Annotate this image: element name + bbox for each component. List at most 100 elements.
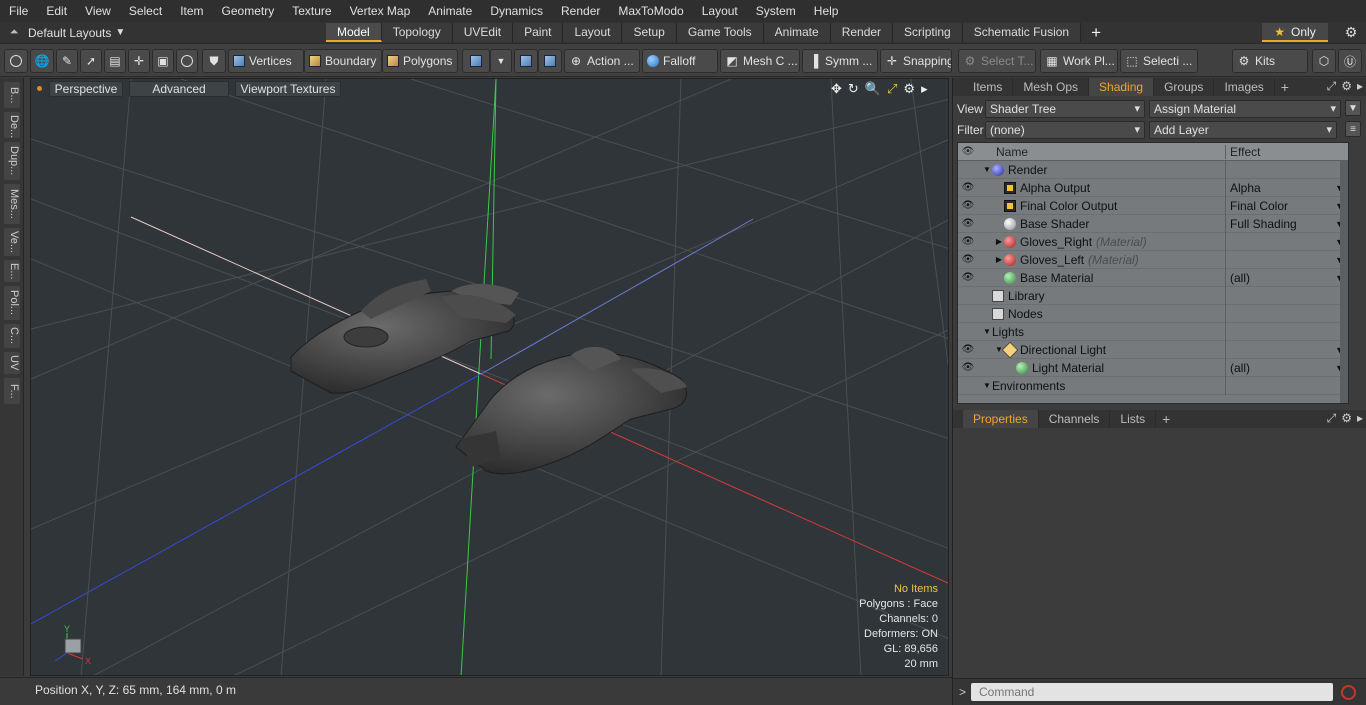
assign-material-dropdown[interactable]: Assign Material: [1149, 99, 1341, 118]
align-button[interactable]: ▤: [104, 49, 126, 73]
menu-item[interactable]: Render: [552, 0, 609, 22]
falloff-button[interactable]: Falloff: [642, 49, 718, 73]
tree-row[interactable]: ▼ Lights: [958, 322, 1348, 341]
visibility-eye-icon[interactable]: 👁: [958, 200, 978, 211]
viewport-arrow-icon[interactable]: ▸: [921, 81, 928, 97]
add-tab-icon[interactable]: +: [1081, 23, 1111, 42]
glove-left[interactable]: [455, 346, 687, 475]
mode-tab[interactable]: Paint: [513, 23, 564, 42]
expand-toggle-icon[interactable]: ▶: [994, 255, 1004, 264]
panel-menu-icon[interactable]: [953, 78, 963, 96]
tree-row[interactable]: ▼ Render: [958, 160, 1348, 179]
visibility-eye-icon[interactable]: 👁: [958, 218, 978, 229]
mode-tab[interactable]: Animate: [763, 23, 831, 42]
view-dropdown[interactable]: Shader Tree: [985, 99, 1145, 118]
effect-cell[interactable]: ▼: [1226, 341, 1348, 359]
menu-item[interactable]: File: [0, 0, 37, 22]
left-tool-tab[interactable]: De...: [4, 112, 20, 138]
rotate-view-icon[interactable]: ↻: [848, 81, 859, 97]
name-column-header[interactable]: Name: [978, 144, 1226, 159]
mesh-constraint-button[interactable]: ◩ Mesh C ...: [720, 49, 800, 73]
menu-item[interactable]: Dynamics: [481, 0, 552, 22]
left-tool-tab[interactable]: Ve...: [4, 228, 20, 256]
panel-tab[interactable]: Shading: [1089, 78, 1155, 96]
tree-row[interactable]: 👁 Base Material (all)▼: [958, 268, 1348, 287]
tree-row[interactable]: 👁 Base Shader Full Shading▼: [958, 214, 1348, 233]
viewport-menu-dot[interactable]: [37, 86, 42, 91]
menu-item[interactable]: Layout: [693, 0, 747, 22]
select-mode-button[interactable]: [4, 49, 28, 73]
lower-panel-tab[interactable]: Properties: [963, 410, 1039, 428]
left-tool-tab[interactable]: B...: [4, 82, 20, 108]
effect-cell[interactable]: (all)▼: [1226, 269, 1348, 287]
visibility-eye-icon[interactable]: 👁: [958, 362, 978, 373]
3d-viewport[interactable]: Y X Perspective Advanced Viewport Textur…: [30, 78, 949, 676]
collapse-icon[interactable]: ≡: [1345, 121, 1361, 137]
mode-tab[interactable]: Scripting: [893, 23, 963, 42]
material-cube-button[interactable]: [538, 49, 562, 73]
visibility-eye-icon[interactable]: 👁: [958, 236, 978, 247]
tree-row[interactable]: Library: [958, 286, 1348, 305]
tree-row[interactable]: 👁 ▶ Gloves_Left(Material) ▼: [958, 250, 1348, 269]
menu-item[interactable]: View: [76, 0, 120, 22]
tree-row[interactable]: 👁 ▶ Gloves_Right(Material) ▼: [958, 232, 1348, 251]
lower-gear-icon[interactable]: ⚙: [1341, 411, 1352, 426]
expand-toggle-icon[interactable]: ▶: [994, 237, 1004, 246]
effect-cell[interactable]: (all)▼: [1226, 359, 1348, 377]
panel-tab[interactable]: Images: [1214, 78, 1275, 96]
mode-tab[interactable]: Game Tools: [676, 23, 764, 42]
record-icon[interactable]: [1341, 684, 1356, 700]
unreal-button[interactable]: Ⓤ: [1338, 49, 1362, 73]
pen-button[interactable]: ✎: [56, 49, 78, 73]
rotate-button[interactable]: [176, 49, 198, 73]
lower-panel-tab[interactable]: Channels: [1039, 410, 1111, 428]
viewport-gear-icon[interactable]: ⚙: [903, 81, 915, 97]
menu-item[interactable]: Item: [171, 0, 212, 22]
panel-arrow-icon[interactable]: ▸: [1357, 79, 1363, 94]
expand-toggle-icon[interactable]: ▼: [982, 381, 992, 390]
viewport-textures-button[interactable]: Viewport Textures: [235, 81, 341, 97]
panel-gear-icon[interactable]: ⚙: [1341, 79, 1352, 94]
item-mode-button[interactable]: [462, 49, 490, 73]
mode-tab[interactable]: Setup: [622, 23, 677, 42]
panel-tab[interactable]: Groups: [1154, 78, 1215, 96]
add-layer-dropdown[interactable]: Add Layer: [1149, 120, 1337, 139]
panel-tab[interactable]: Items: [963, 78, 1014, 96]
mode-tab[interactable]: Model: [326, 23, 382, 42]
selection-sets-button[interactable]: ⬚ Selecti ...: [1120, 49, 1198, 73]
menu-item[interactable]: Vertex Map: [341, 0, 420, 22]
effect-cell[interactable]: Alpha▼: [1226, 179, 1348, 197]
layout-dropdown[interactable]: Default Layouts ▼: [28, 26, 326, 40]
expand-icon[interactable]: ⤢: [1327, 79, 1337, 94]
work-plane-button[interactable]: ▦ Work Pl...: [1040, 49, 1118, 73]
perspective-button[interactable]: Perspective: [49, 81, 123, 97]
tree-row[interactable]: ▼ Environments: [958, 376, 1348, 395]
visibility-eye-icon[interactable]: 👁: [958, 344, 978, 355]
effect-cell[interactable]: Final Color▼: [1226, 197, 1348, 215]
tree-row[interactable]: 👁 Alpha Output Alpha▼: [958, 178, 1348, 197]
kits-button[interactable]: ⚙ Kits: [1232, 49, 1308, 73]
snapping-button[interactable]: ✛ Snapping: [880, 49, 952, 73]
add-lower-tab-icon[interactable]: +: [1156, 411, 1176, 427]
transform-button[interactable]: ✛: [128, 49, 150, 73]
lower-panel-menu-icon[interactable]: [953, 410, 963, 428]
square-button[interactable]: ▣: [152, 49, 174, 73]
shield-button[interactable]: ⛊: [202, 49, 226, 73]
expand-toggle-icon[interactable]: ▼: [982, 165, 992, 174]
action-center-button[interactable]: ⊕ Action ...: [564, 49, 640, 73]
left-tool-tab[interactable]: E...: [4, 260, 20, 282]
layout-up-icon[interactable]: ⏶: [0, 22, 28, 43]
menu-item[interactable]: Animate: [419, 0, 481, 22]
effect-cell[interactable]: ▼: [1226, 233, 1348, 251]
left-tool-tab[interactable]: C...: [4, 324, 20, 348]
visibility-eye-icon[interactable]: 👁: [958, 182, 978, 193]
only-toggle[interactable]: ★ Only: [1262, 23, 1328, 42]
panel-tab[interactable]: Mesh Ops: [1013, 78, 1090, 96]
item-mode-dropdown[interactable]: ▼: [490, 49, 512, 73]
left-tool-tab[interactable]: F...: [4, 378, 20, 404]
lower-panel-tab[interactable]: Lists: [1110, 410, 1157, 428]
menu-item[interactable]: Texture: [283, 0, 340, 22]
menu-item[interactable]: System: [747, 0, 805, 22]
maximize-icon[interactable]: ⤢: [887, 81, 897, 97]
tree-row[interactable]: 👁 Light Material (all)▼: [958, 358, 1348, 377]
